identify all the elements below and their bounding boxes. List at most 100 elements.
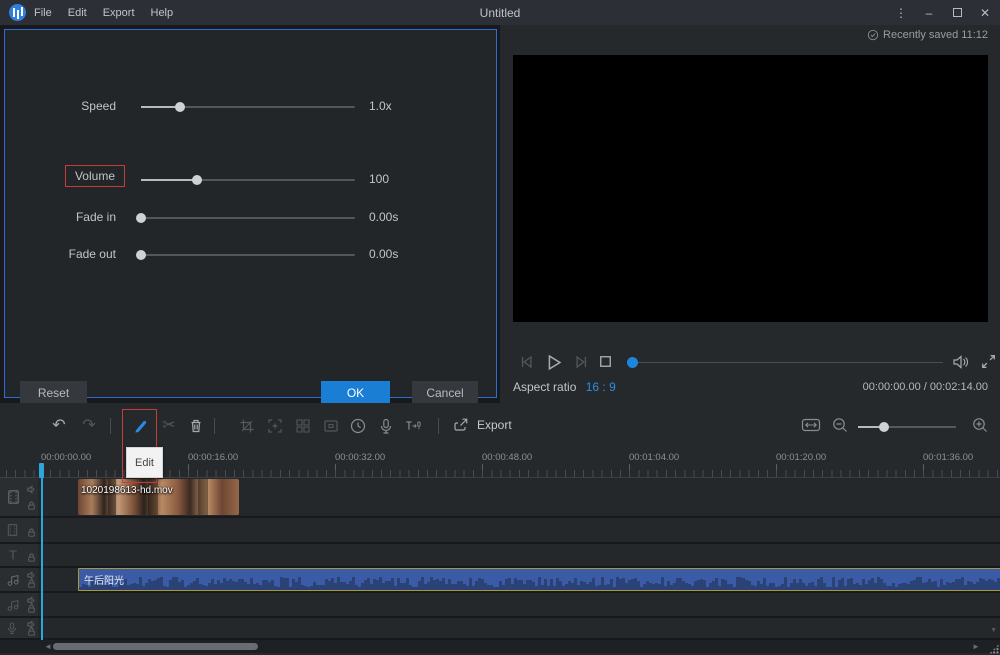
voiceover-mic-icon[interactable] — [377, 417, 395, 435]
maximize-button[interactable] — [946, 0, 968, 25]
ruler-label: 00:00:48.00 — [482, 452, 532, 463]
track-mute-icon[interactable] — [26, 484, 37, 495]
timeline-zoom-slider[interactable] — [858, 426, 956, 428]
fullscreen-icon[interactable] — [979, 352, 998, 371]
music-track-2-header — [0, 593, 38, 616]
volume-slider-thumb[interactable] — [192, 175, 202, 185]
ruler-label: 00:00:16.00 — [188, 452, 238, 463]
track-lock-icon[interactable] — [26, 578, 37, 589]
aspect-ratio-value[interactable]: 16 : 9 — [586, 380, 616, 394]
titlebar: File Edit Export Help Untitled ⋮ – ✕ — [0, 0, 1000, 25]
split-scissors-icon[interactable]: ✂ — [160, 417, 178, 435]
volume-icon[interactable] — [951, 352, 971, 372]
fade-out-slider[interactable] — [141, 254, 355, 256]
video-track: 1020198613-hd.mov — [0, 478, 1000, 516]
cancel-button[interactable]: Cancel — [412, 381, 478, 405]
undo-icon[interactable]: ↶ — [50, 417, 68, 435]
export-icon — [452, 416, 470, 434]
text-track-header: T — [0, 544, 38, 566]
zoom-out-icon[interactable] — [831, 416, 849, 434]
export-button[interactable]: Export — [452, 416, 512, 434]
video-track-lane[interactable]: 1020198613-hd.mov — [38, 478, 1000, 516]
video-clip[interactable]: 1020198613-hd.mov — [78, 479, 239, 515]
text-to-speech-icon[interactable] — [404, 417, 422, 435]
fade-in-slider[interactable] — [141, 217, 355, 219]
menu-edit[interactable]: Edit — [68, 7, 87, 19]
fade-out-slider-thumb[interactable] — [136, 250, 146, 260]
menu-help[interactable]: Help — [151, 7, 174, 19]
zoom-in-icon[interactable] — [971, 416, 989, 434]
track-area: 1020198613-hd.mov T — [0, 478, 1000, 640]
scroll-right-icon[interactable]: ► — [972, 642, 980, 651]
speed-slider[interactable] — [141, 106, 355, 108]
speed-label: Speed — [81, 99, 116, 113]
close-button[interactable]: ✕ — [974, 0, 996, 25]
voiceover-track-lane[interactable] — [38, 618, 1000, 638]
music-track-2-lane[interactable] — [38, 593, 1000, 616]
track-lock-icon[interactable] — [26, 500, 37, 511]
recently-saved-status: Recently saved 11:12 — [867, 29, 988, 41]
seek-handle[interactable] — [627, 357, 638, 368]
recently-saved-text: Recently saved 11:12 — [883, 29, 988, 41]
clip-edit-panel: Speed 1.0x Volume 100 Fade in 0.00s Fade… — [4, 29, 497, 398]
zoom-frame-icon[interactable] — [266, 417, 284, 435]
reset-button[interactable]: Reset — [20, 381, 87, 405]
redo-icon[interactable]: ↷ — [80, 417, 98, 435]
voiceover-track — [0, 618, 1000, 638]
crop-icon[interactable] — [238, 417, 256, 435]
volume-slider[interactable] — [141, 179, 355, 181]
check-circle-icon — [867, 29, 879, 41]
fade-in-slider-thumb[interactable] — [136, 213, 146, 223]
play-icon[interactable] — [543, 352, 564, 373]
split-screen-icon[interactable] — [294, 417, 312, 435]
menu-export[interactable]: Export — [103, 7, 135, 19]
toolbar-divider — [438, 418, 439, 434]
audio-waveform — [79, 575, 1000, 590]
minimize-button[interactable]: – — [918, 0, 940, 25]
timeline-zoom-thumb[interactable] — [879, 422, 889, 432]
overlay-track-lane[interactable] — [38, 518, 1000, 542]
text-track-lane[interactable] — [38, 544, 1000, 566]
next-frame-icon[interactable] — [571, 352, 591, 372]
fade-in-value: 0.00s — [369, 210, 398, 224]
edit-tooltip: Edit — [126, 447, 163, 478]
previous-frame-icon[interactable] — [517, 352, 537, 372]
horizontal-scroll-thumb[interactable] — [53, 643, 258, 650]
stop-icon[interactable] — [596, 352, 615, 371]
track-lock-icon[interactable] — [26, 603, 37, 614]
music-track-2 — [0, 593, 1000, 616]
volume-label: Volume — [65, 165, 125, 187]
ok-button[interactable]: OK — [321, 381, 390, 405]
mosaic-icon[interactable] — [322, 417, 340, 435]
vertical-scroll-down-icon[interactable]: ▼ — [990, 627, 997, 634]
music-track-1: 午后阳光 — [0, 568, 1000, 591]
ruler-label: 00:00:32.00 — [335, 452, 385, 463]
voiceover-track-icon — [5, 621, 19, 635]
music-track-1-header — [0, 568, 38, 591]
fit-timeline-icon[interactable] — [801, 417, 821, 433]
overlay-track-header — [0, 518, 38, 542]
playhead-handle[interactable] — [39, 463, 44, 478]
delete-trash-icon[interactable] — [187, 417, 205, 435]
track-lock-icon[interactable] — [26, 527, 37, 538]
audio-clip[interactable]: 午后阳光 — [78, 568, 1000, 591]
track-lock-icon[interactable] — [26, 626, 37, 637]
more-menu-icon[interactable]: ⋮ — [890, 0, 912, 25]
speed-slider-thumb[interactable] — [175, 102, 185, 112]
duration-clock-icon[interactable] — [349, 417, 367, 435]
text-track-icon: T — [9, 548, 17, 563]
preview-panel: Recently saved 11:12 Aspect ratio 16 : 9… — [500, 25, 1000, 403]
fade-out-slider-row: Fade out 0.00s — [5, 244, 496, 266]
scroll-left-icon[interactable]: ◄ — [44, 642, 52, 651]
menu-file[interactable]: File — [34, 7, 52, 19]
maximize-icon — [953, 8, 962, 17]
timeline-panel: ↶ ↷ ✂ Export Edit 00:00:00.00 — [0, 403, 1000, 655]
horizontal-scrollbar[interactable]: ◄ ► — [0, 640, 1000, 653]
track-lock-icon[interactable] — [26, 552, 37, 563]
playhead-line — [41, 478, 43, 640]
overlay-track — [0, 518, 1000, 542]
music-track-1-lane[interactable]: 午后阳光 — [38, 568, 1000, 591]
video-preview[interactable] — [513, 55, 988, 322]
seek-bar[interactable] — [638, 362, 943, 363]
playback-controls — [513, 352, 988, 374]
